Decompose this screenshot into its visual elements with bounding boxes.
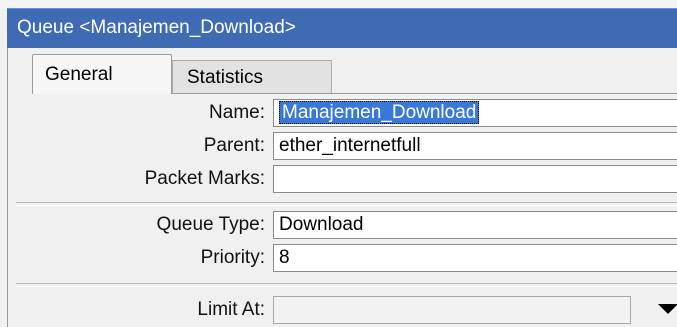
separator: [16, 202, 677, 206]
packet-marks-field[interactable]: [273, 165, 677, 193]
priority-row: Priority: 8: [8, 244, 677, 274]
priority-field[interactable]: 8: [273, 244, 677, 272]
window-title: Queue <Manajemen_Download>: [17, 17, 296, 38]
queue-dialog: General Statistics Name: Manajemen_Downl…: [7, 48, 677, 327]
queue-type-field[interactable]: Download: [273, 211, 677, 239]
limit-at-label: Limit At:: [197, 299, 265, 320]
name-row: Name: Manajemen_Download: [8, 99, 677, 129]
queue-type-label: Queue Type:: [156, 214, 265, 235]
name-label: Name:: [209, 102, 265, 123]
parent-label: Parent:: [203, 135, 265, 156]
limit-at-field[interactable]: [273, 296, 631, 324]
limit-at-row: Limit At:: [8, 296, 677, 326]
parent-row: Parent: ether_internetfull: [8, 132, 677, 162]
window-titlebar[interactable]: Queue <Manajemen_Download>: [7, 8, 677, 49]
separator: [16, 283, 677, 287]
tab-bar: General Statistics: [8, 48, 677, 94]
tab-statistics[interactable]: Statistics: [172, 60, 332, 94]
packet-marks-row: Packet Marks:: [8, 165, 677, 195]
parent-field[interactable]: ether_internetfull: [273, 132, 677, 160]
packet-marks-label: Packet Marks:: [144, 168, 265, 189]
triangle-down-icon[interactable]: [658, 304, 677, 314]
priority-label: Priority:: [200, 247, 265, 268]
tab-general[interactable]: General: [32, 54, 172, 94]
queue-type-row: Queue Type: Download: [8, 211, 677, 241]
name-field[interactable]: Manajemen_Download: [273, 99, 677, 127]
name-value: Manajemen_Download: [279, 101, 480, 124]
